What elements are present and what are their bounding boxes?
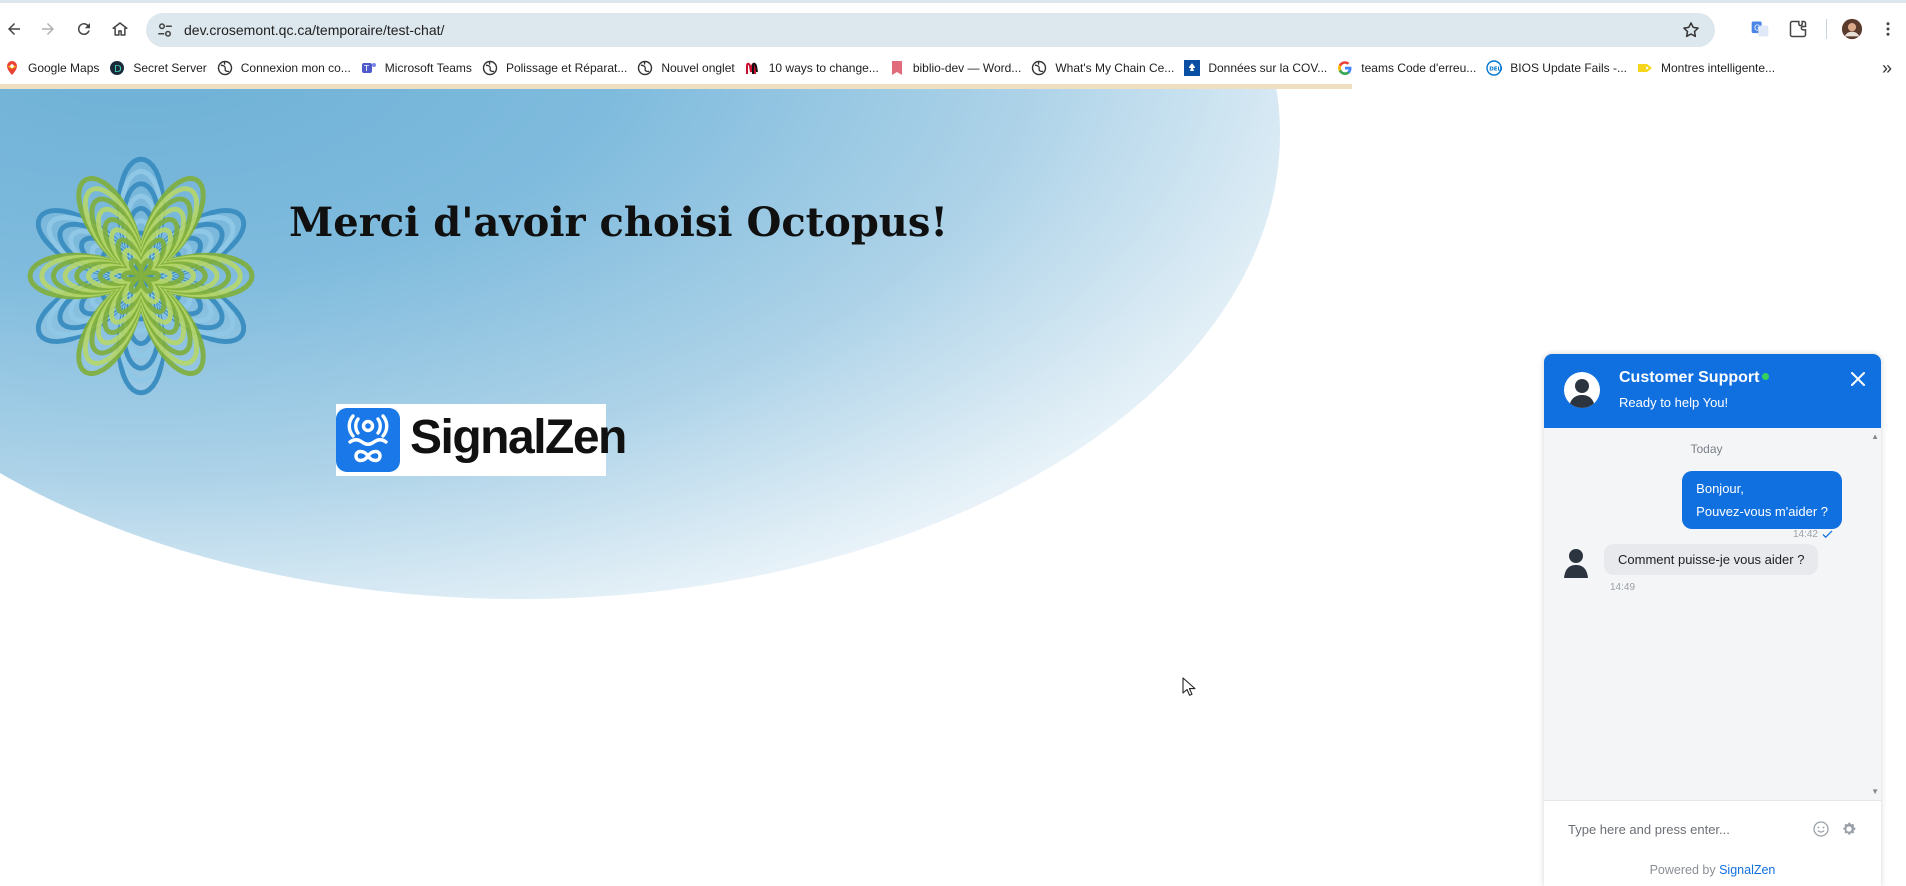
chat-widget: Customer Support Ready to help You! ▲ ▼ …: [1544, 354, 1881, 886]
chat-composer: [1544, 800, 1881, 856]
bookmarks-bar: Google Maps D Secret Server Connexion mon c…: [0, 52, 1906, 84]
globe-icon: [637, 60, 653, 76]
day-separator: Today: [1690, 442, 1723, 456]
message-line: Bonjour,: [1696, 481, 1744, 496]
bookmark-item[interactable]: DELL BIOS Update Fails -...: [1484, 54, 1635, 82]
bookmark-item[interactable]: Nouvel onglet: [635, 54, 742, 82]
gear-icon[interactable]: [1840, 820, 1858, 838]
bookmark-label: BIOS Update Fails -...: [1510, 61, 1627, 75]
profile-avatar[interactable]: [1840, 17, 1864, 41]
outgoing-message: Bonjour, Pouvez-vous m'aider ?: [1682, 471, 1842, 529]
svg-text:D: D: [114, 64, 122, 75]
bookmark-star-icon[interactable]: [1681, 20, 1701, 40]
scroll-up-icon[interactable]: ▲: [1871, 432, 1879, 441]
bookmark-label: Montres intelligente...: [1661, 61, 1776, 75]
bookmark-item[interactable]: Google Maps: [2, 54, 107, 82]
chat-header: Customer Support Ready to help You!: [1544, 354, 1881, 428]
page-title: Merci d'avoir choisi Octopus!: [289, 199, 948, 246]
powered-by: Powered by SignalZen: [1544, 856, 1881, 886]
tag-icon: [1637, 60, 1653, 76]
bookmark-item[interactable]: teams Code d'erreu...: [1335, 54, 1484, 82]
scroll-down-icon[interactable]: ▼: [1871, 787, 1879, 796]
bookmark-label: What's My Chain Ce...: [1055, 61, 1175, 75]
chat-messages[interactable]: ▲ ▼ Today Bonjour, Pouvez-vous m'aider ?…: [1544, 428, 1881, 800]
svg-text:G: G: [1754, 24, 1760, 33]
bookmark-item[interactable]: T Microsoft Teams: [359, 54, 480, 82]
bookmark-label: Connexion mon co...: [240, 61, 351, 75]
chat-title: Customer Support: [1619, 369, 1770, 387]
forward-icon[interactable]: [34, 15, 62, 43]
signalzen-logo-icon: [336, 408, 400, 472]
google-maps-icon: [4, 60, 20, 76]
quebec-icon: [1184, 60, 1201, 76]
bookmark-item[interactable]: Données sur la COV...: [1182, 54, 1335, 82]
bookmark-item[interactable]: What's My Chain Ce...: [1029, 54, 1182, 82]
bookmark-label: 10 ways to change...: [768, 61, 879, 75]
chat-scrollbar[interactable]: ▲ ▼: [1869, 428, 1881, 800]
bookmark-item[interactable]: D Secret Server: [107, 54, 214, 82]
bookmark-label: teams Code d'erreu...: [1361, 61, 1477, 75]
google-icon: [1337, 60, 1353, 76]
address-bar[interactable]: dev.crosemont.qc.ca/temporaire/test-chat…: [146, 13, 1715, 47]
read-check-icon: [1822, 530, 1833, 539]
svg-text:T: T: [363, 64, 369, 73]
outgoing-message-time: 14:42: [1793, 529, 1833, 540]
message-line: Pouvez-vous m'aider ?: [1696, 504, 1828, 519]
toolbar-separator: [1826, 19, 1827, 39]
bookmark-label: Polissage et Réparat...: [505, 61, 628, 75]
home-icon[interactable]: [106, 15, 134, 43]
site-info-icon[interactable]: [156, 21, 174, 39]
bookmark-item[interactable]: Connexion mon co...: [215, 54, 359, 82]
mcdonalds-icon: [744, 60, 761, 76]
bookmark-label: Nouvel onglet: [661, 61, 735, 75]
bookmark-label: Données sur la COV...: [1208, 61, 1328, 75]
bookmark-item[interactable]: 10 ways to change...: [743, 54, 887, 82]
url-text[interactable]: dev.crosemont.qc.ca/temporaire/test-chat…: [184, 13, 444, 47]
online-status-dot: [1762, 373, 1770, 380]
menu-icon[interactable]: [1876, 17, 1900, 41]
agent-message-avatar: [1564, 549, 1588, 578]
reload-icon[interactable]: [70, 15, 98, 43]
chat-subtitle: Ready to help You!: [1619, 395, 1729, 410]
secret-server-icon: D: [109, 60, 125, 76]
agent-avatar: [1564, 372, 1600, 408]
bookmark-item[interactable]: biblio-dev — Word...: [887, 54, 1030, 82]
close-icon[interactable]: [1849, 370, 1867, 388]
wordpress-icon: [889, 60, 905, 76]
bookmarks-overflow-icon[interactable]: »: [1882, 58, 1892, 79]
signalzen-logo: SignalZen: [336, 404, 627, 476]
chat-message-input[interactable]: [1568, 817, 1808, 841]
incoming-message-time: 14:49: [1610, 582, 1636, 593]
signalzen-logo-text: SignalZen: [410, 411, 627, 464]
bookmark-label: Microsoft Teams: [384, 61, 472, 75]
extensions-icon[interactable]: [1786, 17, 1810, 41]
teams-icon: T: [361, 60, 377, 76]
back-icon[interactable]: [0, 15, 28, 43]
browser-toolbar: dev.crosemont.qc.ca/temporaire/test-chat…: [0, 0, 1906, 52]
bookmark-item[interactable]: Montres intelligente...: [1635, 54, 1783, 82]
powered-by-link[interactable]: SignalZen: [1719, 863, 1775, 877]
globe-icon: [1031, 60, 1047, 76]
bookmark-label: Google Maps: [28, 61, 100, 75]
octopus-flower-logo: [27, 156, 255, 396]
globe-icon: [217, 60, 233, 76]
translate-icon[interactable]: G: [1748, 17, 1772, 41]
incoming-message: Comment puisse-je vous aider ?: [1604, 544, 1819, 575]
dell-icon: DELL: [1486, 60, 1502, 76]
bookmark-item[interactable]: Polissage et Réparat...: [480, 54, 635, 82]
bookmark-label: biblio-dev — Word...: [912, 61, 1022, 75]
svg-text:DELL: DELL: [1489, 66, 1502, 72]
bookmark-label: Secret Server: [133, 61, 207, 75]
mouse-cursor-icon: [1182, 677, 1196, 696]
globe-icon: [482, 60, 498, 76]
emoji-icon[interactable]: [1812, 820, 1830, 838]
